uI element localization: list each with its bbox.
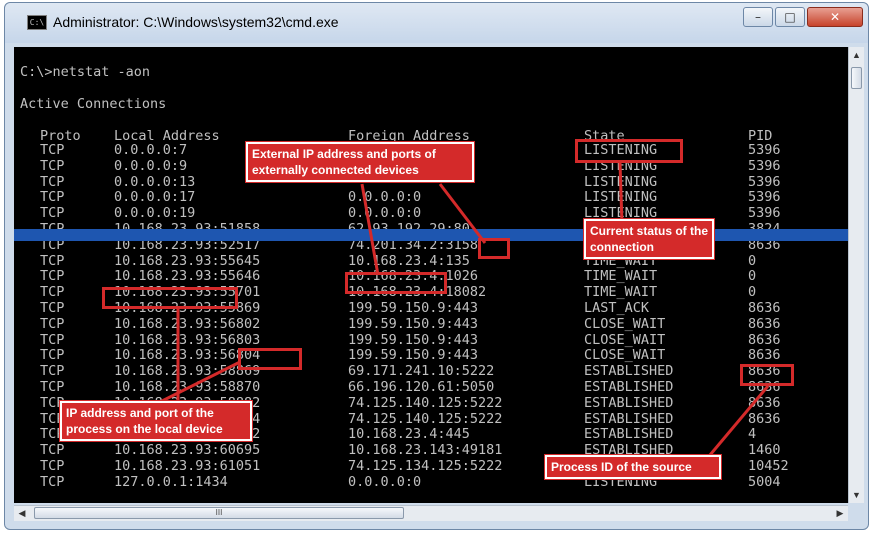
local-address-callout: IP address and port of the process on th… <box>59 400 253 442</box>
state-callout: Current status of the connection <box>583 218 715 260</box>
foreign-address-callout: External IP address and ports of externa… <box>245 141 475 183</box>
pid-callout: Process ID of the source <box>544 454 722 480</box>
callout-leader-lines <box>159 162 770 456</box>
